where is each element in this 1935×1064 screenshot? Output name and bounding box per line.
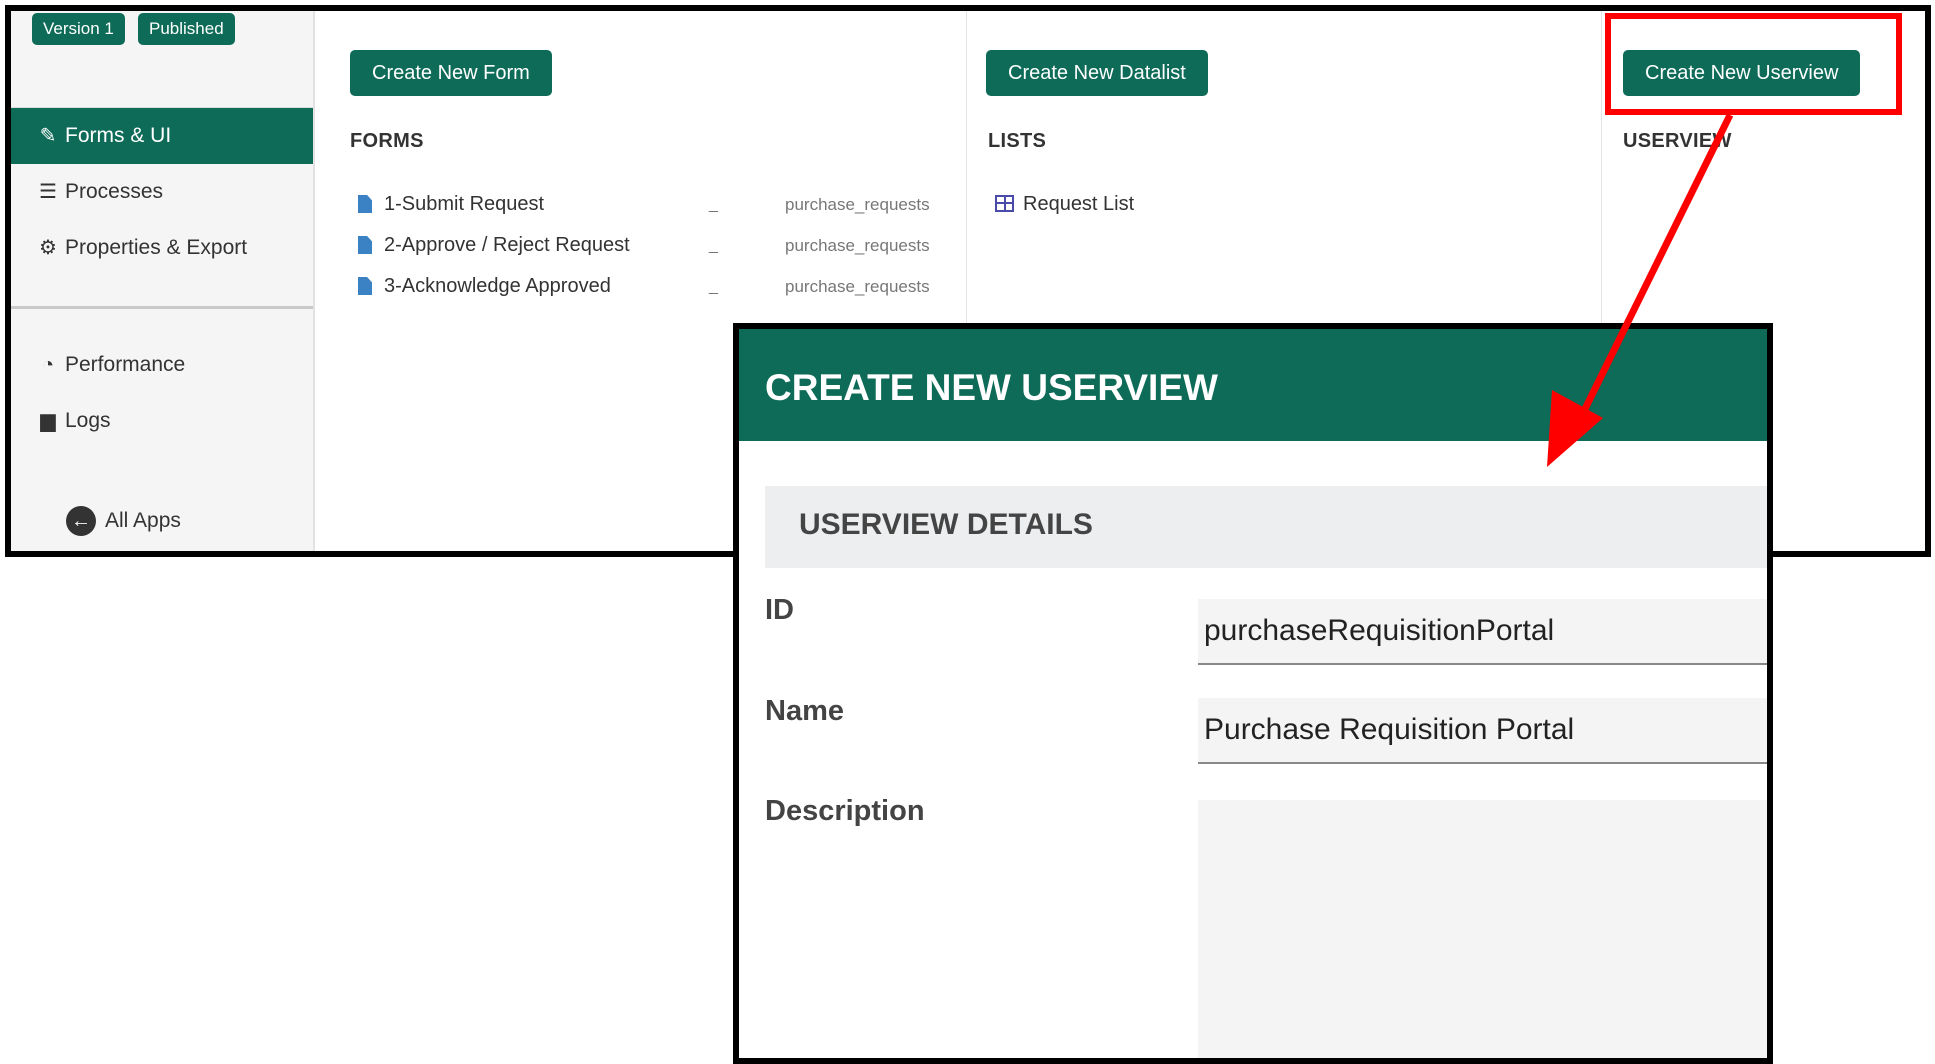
form-table-name: purchase_requests (785, 195, 930, 214)
sidebar: Version 1 Published ✎ Forms & UI ☰ Process… (11, 11, 315, 551)
dialog-title: CREATE NEW USERVIEW (765, 367, 1218, 408)
create-new-form-button[interactable]: Create New Form (350, 50, 552, 96)
dialog-header: CREATE NEW USERVIEW (739, 329, 1767, 441)
gear-icon: ⚙ (39, 237, 57, 259)
sidebar-separator (11, 306, 313, 309)
description-label: Description (765, 795, 925, 827)
document-icon (358, 195, 372, 213)
form-separator: _ (709, 196, 718, 213)
userview-heading: USERVIEW (1623, 130, 1732, 152)
list-name: Request List (1023, 193, 1135, 215)
id-input[interactable] (1198, 599, 1767, 665)
create-new-datalist-button[interactable]: Create New Datalist (986, 50, 1208, 96)
form-item[interactable]: 1-Submit Request (358, 187, 544, 221)
create-userview-dialog: CREATE NEW USERVIEW USERVIEW DETAILS ID … (733, 323, 1773, 1064)
form-name: 2-Approve / Reject Request (384, 234, 630, 256)
name-input[interactable] (1198, 698, 1767, 764)
version-badge[interactable]: Version 1 (32, 13, 125, 45)
sidebar-item-logs[interactable]: ▆ Logs (11, 393, 313, 449)
sidebar-item-performance[interactable]: ◔ Performance (11, 337, 313, 393)
document-icon (358, 277, 372, 295)
sidebar-item-label: Logs (65, 409, 111, 432)
sidebar-item-all-apps[interactable]: ← All Apps (11, 493, 313, 549)
form-separator: _ (709, 278, 718, 295)
sidebar-item-processes[interactable]: ☰ Processes (11, 164, 313, 220)
form-name: 1-Submit Request (384, 193, 545, 215)
section-title: USERVIEW DETAILS (799, 508, 1093, 541)
arrow-left-circle-icon: ← (66, 506, 96, 536)
form-name: 3-Acknowledge Approved (384, 275, 611, 297)
form-table-name: purchase_requests (785, 277, 930, 296)
id-label: ID (765, 594, 794, 626)
sidebar-item-label: Forms & UI (65, 124, 172, 147)
form-table-name: purchase_requests (785, 236, 930, 255)
description-textarea[interactable] (1198, 800, 1767, 1058)
sidebar-item-label: All Apps (105, 509, 181, 532)
scroll-icon: ▆ (40, 410, 56, 432)
sidebar-item-forms-ui[interactable]: ✎ Forms & UI (11, 108, 313, 164)
highlight-box (1605, 13, 1902, 115)
form-item[interactable]: 2-Approve / Reject Request (358, 228, 630, 262)
list-item[interactable]: Request List (995, 187, 1134, 221)
name-label: Name (765, 695, 844, 727)
document-icon (358, 236, 372, 254)
form-item[interactable]: 3-Acknowledge Approved (358, 269, 611, 303)
sidebar-item-label: Processes (65, 180, 164, 203)
form-separator: _ (709, 237, 718, 254)
dashboard-icon: ◔ (41, 354, 55, 376)
list-icon: ☰ (39, 181, 57, 203)
sidebar-item-label: Performance (65, 353, 186, 376)
edit-icon: ✎ (39, 125, 57, 147)
sidebar-item-properties-export[interactable]: ⚙ Properties & Export (11, 220, 313, 276)
published-badge[interactable]: Published (138, 13, 235, 45)
sidebar-item-label: Properties & Export (65, 236, 248, 259)
lists-heading: LISTS (988, 130, 1047, 152)
forms-heading: FORMS (350, 130, 424, 152)
table-icon (995, 195, 1014, 212)
section-header: USERVIEW DETAILS (765, 486, 1767, 568)
